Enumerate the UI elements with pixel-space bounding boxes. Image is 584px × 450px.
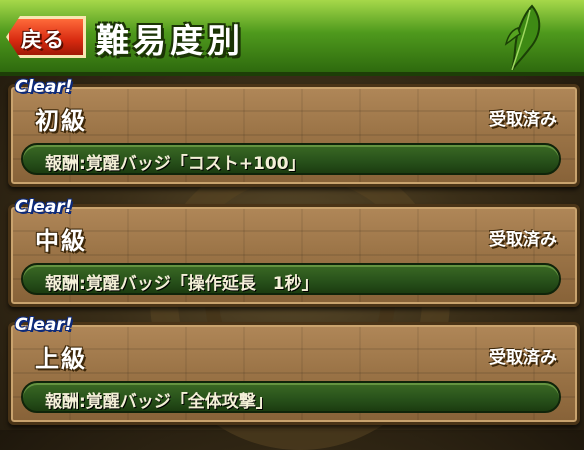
leaf-icon (504, 4, 541, 71)
clear-badge: Clear! (15, 197, 73, 217)
back-button[interactable]: 戻る (6, 16, 86, 58)
status-label: 受取済み (489, 348, 557, 368)
level-title: 上級 (35, 345, 87, 373)
reward-text: 報酬:覚醒バッジ「コスト+100」 (45, 154, 306, 174)
level-title: 初級 (35, 107, 87, 135)
reward-bar: 報酬:覚醒バッジ「コスト+100」 (21, 143, 561, 175)
reward-text: 報酬:覚醒バッジ「全体攻撃」 (45, 392, 273, 412)
reward-bar: 報酬:覚醒バッジ「操作延長 1秒」 (21, 263, 561, 295)
clear-badge: Clear! (15, 315, 73, 335)
clear-badge: Clear! (15, 77, 73, 97)
level-title: 中級 (35, 227, 87, 255)
level-panel-advanced[interactable]: Clear! 上級 受取済み 報酬:覚醒バッジ「全体攻撃」 (8, 315, 580, 425)
header-bar: 戻る 難易度別 (0, 0, 584, 76)
status-label: 受取済み (489, 110, 557, 130)
status-label: 受取済み (489, 230, 557, 250)
level-panel-intermediate[interactable]: Clear! 中級 受取済み 報酬:覚醒バッジ「操作延長 1秒」 (8, 197, 580, 307)
reward-text: 報酬:覚醒バッジ「操作延長 1秒」 (45, 274, 319, 294)
reward-bar: 報酬:覚醒バッジ「全体攻撃」 (21, 381, 561, 413)
level-panel-beginner[interactable]: Clear! 初級 受取済み 報酬:覚醒バッジ「コスト+100」 (8, 77, 580, 187)
page-title: 難易度別 (96, 21, 244, 60)
back-button-label: 戻る (21, 28, 65, 52)
